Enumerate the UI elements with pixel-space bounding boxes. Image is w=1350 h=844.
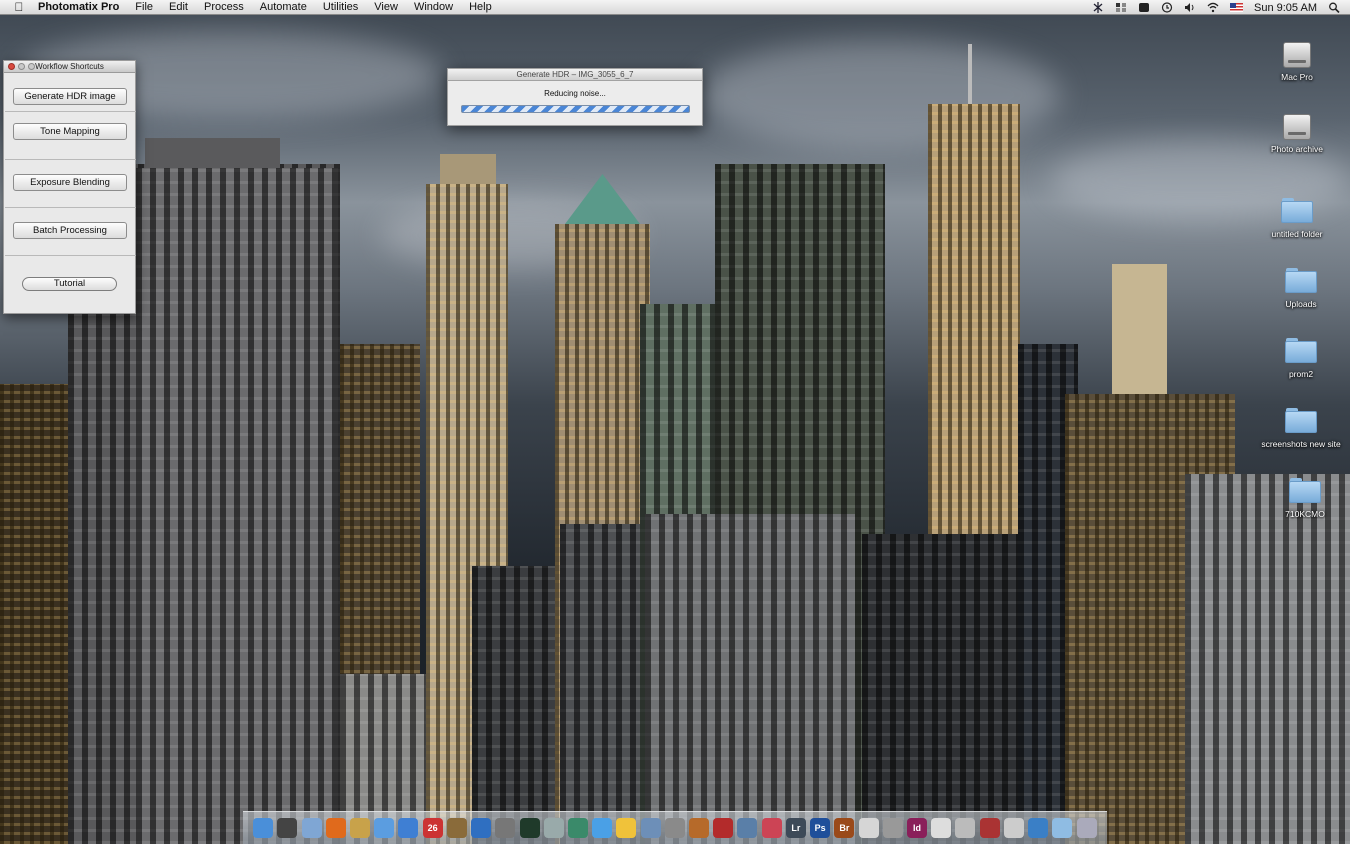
progress-bar-indeterminate	[461, 105, 690, 113]
preview-icon[interactable]	[349, 818, 370, 838]
divider	[5, 111, 136, 112]
network-globe-icon[interactable]	[1028, 818, 1049, 838]
ical-icon[interactable]: 26	[422, 818, 443, 838]
close-icon[interactable]	[8, 63, 15, 70]
menu-app-name[interactable]: Photomatix Pro	[38, 0, 127, 15]
tone-mapping-button[interactable]: Tone Mapping	[13, 123, 127, 140]
bridge-icon[interactable]: Br	[834, 818, 855, 838]
menu-automate[interactable]: Automate	[252, 0, 315, 15]
divider	[5, 159, 136, 160]
desktop-wallpaper	[0, 0, 1350, 844]
network-icon[interactable]	[567, 818, 588, 838]
menu-file[interactable]: File	[127, 0, 161, 15]
airport-utility-icon[interactable]	[543, 818, 564, 838]
image-capture-icon[interactable]	[495, 818, 516, 838]
workflow-shortcuts-panel: Workflow Shortcuts Generate HDR image To…	[3, 60, 136, 314]
dock: 26 Lr Ps Br Id	[243, 811, 1107, 844]
firefox-icon[interactable]	[325, 818, 346, 838]
safari-icon[interactable]	[592, 818, 613, 838]
folder-stack-icon[interactable]	[1052, 818, 1073, 838]
hard-drive-icon	[1283, 114, 1311, 140]
ichat-icon[interactable]	[374, 818, 395, 838]
photomatix-icon[interactable]	[689, 818, 710, 838]
photobooth-icon[interactable]	[713, 818, 734, 838]
trash-icon[interactable]	[1076, 818, 1097, 838]
menu-window[interactable]: Window	[406, 0, 461, 15]
desktop-icon-mac-pro[interactable]: Mac Pro	[1252, 42, 1342, 82]
tutorial-button[interactable]: Tutorial	[22, 277, 117, 291]
downloads-stack-icon[interactable]	[955, 818, 976, 838]
iphoto-icon[interactable]	[446, 818, 467, 838]
folder-icon	[1285, 338, 1317, 363]
desktop-icon-label: Photo archive	[1271, 144, 1323, 154]
desktop-icon-photo-archive[interactable]: Photo archive	[1252, 114, 1342, 154]
menu-help[interactable]: Help	[461, 0, 500, 15]
photoshop-icon[interactable]: Ps	[810, 818, 831, 838]
menu-bar:  Photomatix Pro File Edit Process Autom…	[0, 0, 1350, 15]
divider	[5, 255, 136, 256]
generate-hdr-window: Generate HDR – IMG_3055_6_7 Reducing noi…	[447, 68, 703, 126]
exposure-blending-button[interactable]: Exposure Blending	[13, 174, 127, 191]
desktop-icon-label: Uploads	[1285, 299, 1317, 309]
desktop-icon-untitled-folder[interactable]: untitled folder	[1252, 198, 1342, 239]
desktop-icon-label: screenshots new site	[1261, 439, 1341, 449]
photo-stack-icon[interactable]	[979, 818, 1000, 838]
app-icon[interactable]	[882, 818, 903, 838]
panel-titlebar[interactable]: Workflow Shortcuts	[4, 61, 135, 73]
folder-icon	[1281, 198, 1313, 223]
spaces-icon[interactable]	[1115, 2, 1127, 13]
us-flag-icon[interactable]	[1230, 3, 1243, 12]
menu-utilities[interactable]: Utilities	[315, 0, 366, 15]
spotlight-icon[interactable]	[1328, 2, 1340, 14]
pdf-stack-icon[interactable]	[1003, 818, 1024, 838]
menu-process[interactable]: Process	[196, 0, 252, 15]
apple-icon[interactable]: 	[0, 0, 38, 14]
lightroom-icon[interactable]: Lr	[785, 818, 806, 838]
quicktime-icon[interactable]	[471, 818, 492, 838]
dashboard-widget-icon[interactable]	[1138, 2, 1150, 13]
folder-icon	[1285, 268, 1317, 293]
minimize-icon[interactable]	[18, 63, 25, 70]
finder-icon[interactable]	[253, 818, 274, 838]
adium-icon[interactable]	[616, 818, 637, 838]
volume-icon[interactable]	[1184, 2, 1196, 13]
status-menus: Sun 9:05 AM	[1092, 0, 1350, 15]
window-title[interactable]: Generate HDR – IMG_3055_6_7	[448, 69, 702, 81]
divider	[5, 207, 136, 208]
panel-title: Workflow Shortcuts	[35, 62, 104, 71]
desktop-icon-label: Mac Pro	[1281, 72, 1313, 82]
desktop-icon-screenshots-new-site[interactable]: screenshots new site	[1256, 408, 1346, 449]
itunes-icon[interactable]	[398, 818, 419, 838]
batch-processing-button[interactable]: Batch Processing	[13, 222, 127, 239]
folder-icon	[1285, 408, 1317, 433]
dashboard-icon[interactable]	[277, 818, 298, 838]
generate-hdr-button[interactable]: Generate HDR image	[13, 88, 127, 105]
utilities-icon[interactable]	[664, 818, 685, 838]
indesign-icon[interactable]: Id	[907, 818, 928, 838]
zoom-icon[interactable]	[28, 63, 35, 70]
menu-edit[interactable]: Edit	[161, 0, 196, 15]
acrobat-icon[interactable]	[858, 818, 879, 838]
documents-stack-icon[interactable]	[931, 818, 952, 838]
desktop-icon-710kcmo[interactable]: 710KCMO	[1260, 478, 1350, 519]
menu-view[interactable]: View	[366, 0, 406, 15]
system-prefs-icon[interactable]	[761, 818, 782, 838]
progress-status-text: Reducing noise...	[544, 89, 606, 98]
desktop-icon-label: 710KCMO	[1285, 509, 1325, 519]
bluetooth-icon[interactable]	[1092, 2, 1104, 13]
desktop-icon-prom2[interactable]: prom2	[1256, 338, 1346, 379]
wifi-icon[interactable]	[1207, 2, 1219, 13]
mail-icon[interactable]	[301, 818, 322, 838]
desktop-icon-label: untitled folder	[1271, 229, 1323, 239]
timemachine-icon[interactable]	[1161, 2, 1173, 13]
timemachine-icon[interactable]	[737, 818, 758, 838]
desktop-icon-uploads[interactable]: Uploads	[1256, 268, 1346, 309]
folder-icon	[1289, 478, 1321, 503]
hard-drive-icon	[1283, 42, 1311, 68]
textedit-icon[interactable]	[640, 818, 661, 838]
menu-clock[interactable]: Sun 9:05 AM	[1254, 2, 1317, 14]
activity-monitor-icon[interactable]	[519, 818, 540, 838]
desktop-icon-label: prom2	[1288, 369, 1314, 379]
